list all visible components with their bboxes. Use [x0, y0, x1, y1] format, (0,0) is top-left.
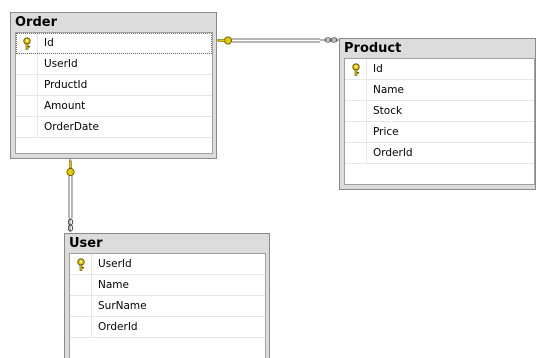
column-name: Id [44, 37, 54, 49]
row-gutter [345, 80, 367, 100]
key-icon [217, 36, 232, 45]
column-name: Price [373, 126, 399, 138]
table-title: Product [344, 41, 402, 56]
diagram-canvas: Order Id UserId PrductId Amount OrderDat… [0, 0, 536, 358]
column-row-orderid[interactable]: OrderId [70, 317, 265, 338]
table-order[interactable]: Order Id UserId PrductId Amount OrderDat… [10, 12, 217, 159]
column-list: Id UserId PrductId Amount OrderDate [15, 32, 213, 154]
relationship-order-product[interactable] [216, 36, 339, 45]
row-gutter [345, 143, 367, 163]
table-user[interactable]: User UserId Name SurName OrderId [64, 233, 270, 358]
column-row-name[interactable]: Name [345, 80, 534, 101]
column-name: OrderDate [44, 121, 99, 133]
column-name: OrderId [98, 321, 138, 333]
row-gutter [16, 117, 38, 137]
column-row-price[interactable]: Price [345, 122, 534, 143]
column-list: UserId Name SurName OrderId [69, 253, 266, 358]
row-gutter [16, 54, 38, 74]
column-row-orderdate[interactable]: OrderDate [16, 117, 212, 138]
column-name: UserId [98, 258, 132, 270]
column-row-amount[interactable]: Amount [16, 96, 212, 117]
column-name: Name [98, 279, 129, 291]
column-row-orderid[interactable]: OrderId [345, 143, 534, 164]
row-gutter [345, 101, 367, 121]
column-name: Name [373, 84, 404, 96]
column-row-id[interactable]: Id [16, 33, 212, 54]
key-icon [66, 160, 75, 176]
table-title: Order [15, 15, 57, 30]
row-gutter [70, 317, 92, 337]
column-name: Id [373, 63, 383, 75]
row-gutter [16, 96, 38, 116]
primary-key-icon [352, 63, 360, 76]
table-product[interactable]: Product Id Name Stock Price OrderId [339, 38, 536, 190]
column-row-surname[interactable]: SurName [70, 296, 265, 317]
column-row-id[interactable]: Id [345, 59, 534, 80]
relationship-order-user[interactable] [66, 158, 75, 232]
row-gutter [70, 275, 92, 295]
column-row-userid[interactable]: UserId [16, 54, 212, 75]
column-name: UserId [44, 58, 78, 70]
column-row-name[interactable]: Name [70, 275, 265, 296]
primary-key-icon [23, 37, 31, 50]
column-name: Amount [44, 100, 86, 112]
column-row-stock[interactable]: Stock [345, 101, 534, 122]
row-gutter [345, 122, 367, 142]
row-gutter [70, 296, 92, 316]
column-row-userid[interactable]: UserId [70, 254, 265, 275]
column-name: PrductId [44, 79, 88, 91]
column-row-prductid[interactable]: PrductId [16, 75, 212, 96]
column-list: Id Name Stock Price OrderId [344, 58, 535, 185]
column-name: Stock [373, 105, 403, 117]
row-gutter [16, 75, 38, 95]
table-title: User [69, 236, 103, 251]
primary-key-icon [77, 258, 85, 271]
column-name: SurName [98, 300, 147, 312]
column-name: OrderId [373, 147, 413, 159]
